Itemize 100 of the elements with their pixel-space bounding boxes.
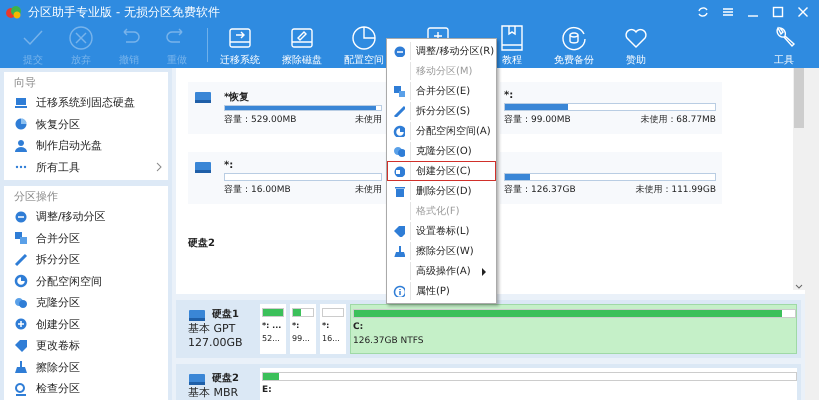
partition-card[interactable]: *恢复 容量：529.00MB 未使用: [188, 82, 388, 134]
disk-type: 基本 MBR: [188, 386, 240, 400]
broom-icon: [393, 245, 405, 257]
partition-label: *:: [292, 321, 300, 330]
menu-item[interactable]: 删除分区(D): [387, 181, 496, 201]
capacity-text: 容量：529.00MB: [224, 114, 296, 126]
merge-icon: [393, 85, 405, 97]
menu-item[interactable]: 分配空闲空间(A): [387, 121, 496, 141]
merge-icon: [14, 231, 28, 246]
disk-name: 硬盘2: [212, 372, 239, 386]
sidebar-item[interactable]: 恢复分区: [14, 114, 162, 135]
split-icon: [393, 105, 405, 117]
partition-label: *: ...: [262, 321, 282, 330]
toolbar-button[interactable]: 擦除磁盘: [271, 24, 333, 67]
unused-text: 未使用：68.77MB: [640, 114, 716, 126]
partition-label: *:: [504, 90, 514, 101]
app-logo-icon: [6, 5, 22, 19]
partition-label: *:: [224, 160, 234, 171]
sidebar-item[interactable]: 拆分分区: [14, 249, 162, 270]
sidebar-item[interactable]: 调整/移动分区: [14, 206, 162, 228]
laptop-icon: [14, 96, 28, 110]
partition-tile[interactable]: E:: [260, 368, 797, 400]
sidebar-item[interactable]: 创建分区: [14, 314, 162, 335]
ring-icon: [14, 274, 28, 288]
pie-icon: [14, 117, 28, 132]
partition-info: 16...: [322, 334, 341, 343]
menu-icon[interactable]: [722, 6, 734, 18]
refresh-icon[interactable]: [697, 6, 709, 18]
drive-icon: [188, 372, 206, 386]
capacity-text: 容量：126.37GB: [504, 184, 576, 196]
partition-info: 52...: [262, 334, 281, 343]
partition-tile[interactable]: *: 99...: [290, 304, 316, 354]
sidebar-item[interactable]: 合并分区: [14, 228, 162, 249]
menu-item[interactable]: 高级操作(A): [387, 261, 496, 281]
cancel-icon: [67, 24, 95, 52]
unused-text: 未使用: [355, 114, 382, 126]
scrollbar-thumb[interactable]: [794, 68, 804, 128]
partition-card[interactable]: 容量：126.37GB 未使用：111.99GB: [500, 152, 722, 204]
partition-tile[interactable]: *: ... 52...: [260, 304, 286, 354]
drive-icon: [188, 308, 206, 322]
window-title: 分区助手专业版 - 无损分区免费软件: [28, 4, 220, 20]
partition-tile[interactable]: C: 126.37GB NTFS: [350, 304, 797, 354]
pie-chart-icon: [350, 24, 378, 52]
partition-info: 99...: [292, 334, 311, 343]
tools-button[interactable]: 工具: [753, 24, 815, 67]
person-icon: [14, 138, 28, 153]
disk-name: 硬盘1: [212, 308, 239, 322]
sidebar-item[interactable]: 擦除分区: [14, 356, 162, 378]
menu-item[interactable]: 克隆分区(O): [387, 141, 496, 161]
maximize-icon[interactable]: [772, 6, 784, 18]
sidebar-item[interactable]: 制作启动光盘: [14, 135, 162, 156]
drive-icon: [194, 90, 212, 104]
unused-text: 未使用：111.99GB: [635, 184, 716, 196]
unused-text: 未使用: [355, 184, 382, 196]
broom-icon: [14, 360, 28, 374]
toolbar-button[interactable]: 赞助: [605, 24, 667, 67]
disk-size: 127.00GB: [188, 336, 244, 350]
sidebar-item[interactable]: 更改卷标: [14, 335, 162, 356]
partition-info: 126.37GB NTFS: [353, 336, 424, 346]
clone-icon: [14, 296, 28, 310]
sidebar-item[interactable]: 分配空闲空间: [14, 270, 162, 292]
disk-type: 基本 GPT: [188, 322, 236, 336]
capacity-text: 容量：99.00MB: [504, 114, 571, 126]
partition-label: C:: [353, 322, 364, 332]
capacity-text: 容量：16.00MB: [224, 184, 291, 196]
chevron-down-icon: [795, 284, 803, 290]
partition-label: *:: [322, 321, 330, 330]
sidebar-item[interactable]: 所有工具: [14, 156, 162, 178]
menu-item[interactable]: 创建分区(C): [387, 161, 496, 181]
toolbar-button[interactable]: 免费备份: [543, 24, 605, 67]
scrollbar[interactable]: [793, 68, 805, 290]
drive-icon: [194, 160, 212, 174]
disc-plus-icon: [14, 317, 28, 332]
ring-icon: [393, 125, 405, 137]
backup-disc-icon: [560, 24, 588, 52]
sidebar-item[interactable]: 检查分区: [14, 378, 162, 400]
split-icon: [14, 252, 28, 267]
section-heading: 向导: [14, 75, 37, 91]
partition-label: *恢复: [224, 90, 250, 103]
partition-card[interactable]: *: 容量：99.00MB 未使用：68.77MB: [500, 82, 722, 134]
tag-icon: [14, 338, 28, 353]
menu-item[interactable]: 属性(P): [387, 281, 496, 301]
toolbar-button[interactable]: 迁移系统: [209, 24, 271, 67]
menu-item[interactable]: 设置卷标(L): [387, 221, 496, 241]
section-heading: 分区操作: [14, 189, 59, 205]
menu-item[interactable]: 擦除分区(W): [387, 241, 496, 261]
partition-card[interactable]: *: 容量：16.00MB 未使用: [188, 152, 388, 204]
clone-icon: [393, 145, 405, 157]
scrollbar[interactable]: [805, 68, 819, 400]
menu-item[interactable]: 拆分分区(S): [387, 101, 496, 121]
menu-item[interactable]: 合并分区(E): [387, 81, 496, 101]
sidebar-item[interactable]: 迁移系统到固态硬盘: [14, 92, 162, 114]
trash-icon: [393, 185, 405, 197]
partition-tile[interactable]: *: 16...: [320, 304, 346, 354]
sidebar-item[interactable]: 克隆分区: [14, 292, 162, 314]
tag-icon: [393, 225, 405, 237]
info-icon: [393, 285, 405, 297]
partition-label: E:: [262, 385, 273, 395]
disk-heading: 硬盘2: [188, 236, 215, 250]
close-icon[interactable]: [797, 6, 809, 18]
